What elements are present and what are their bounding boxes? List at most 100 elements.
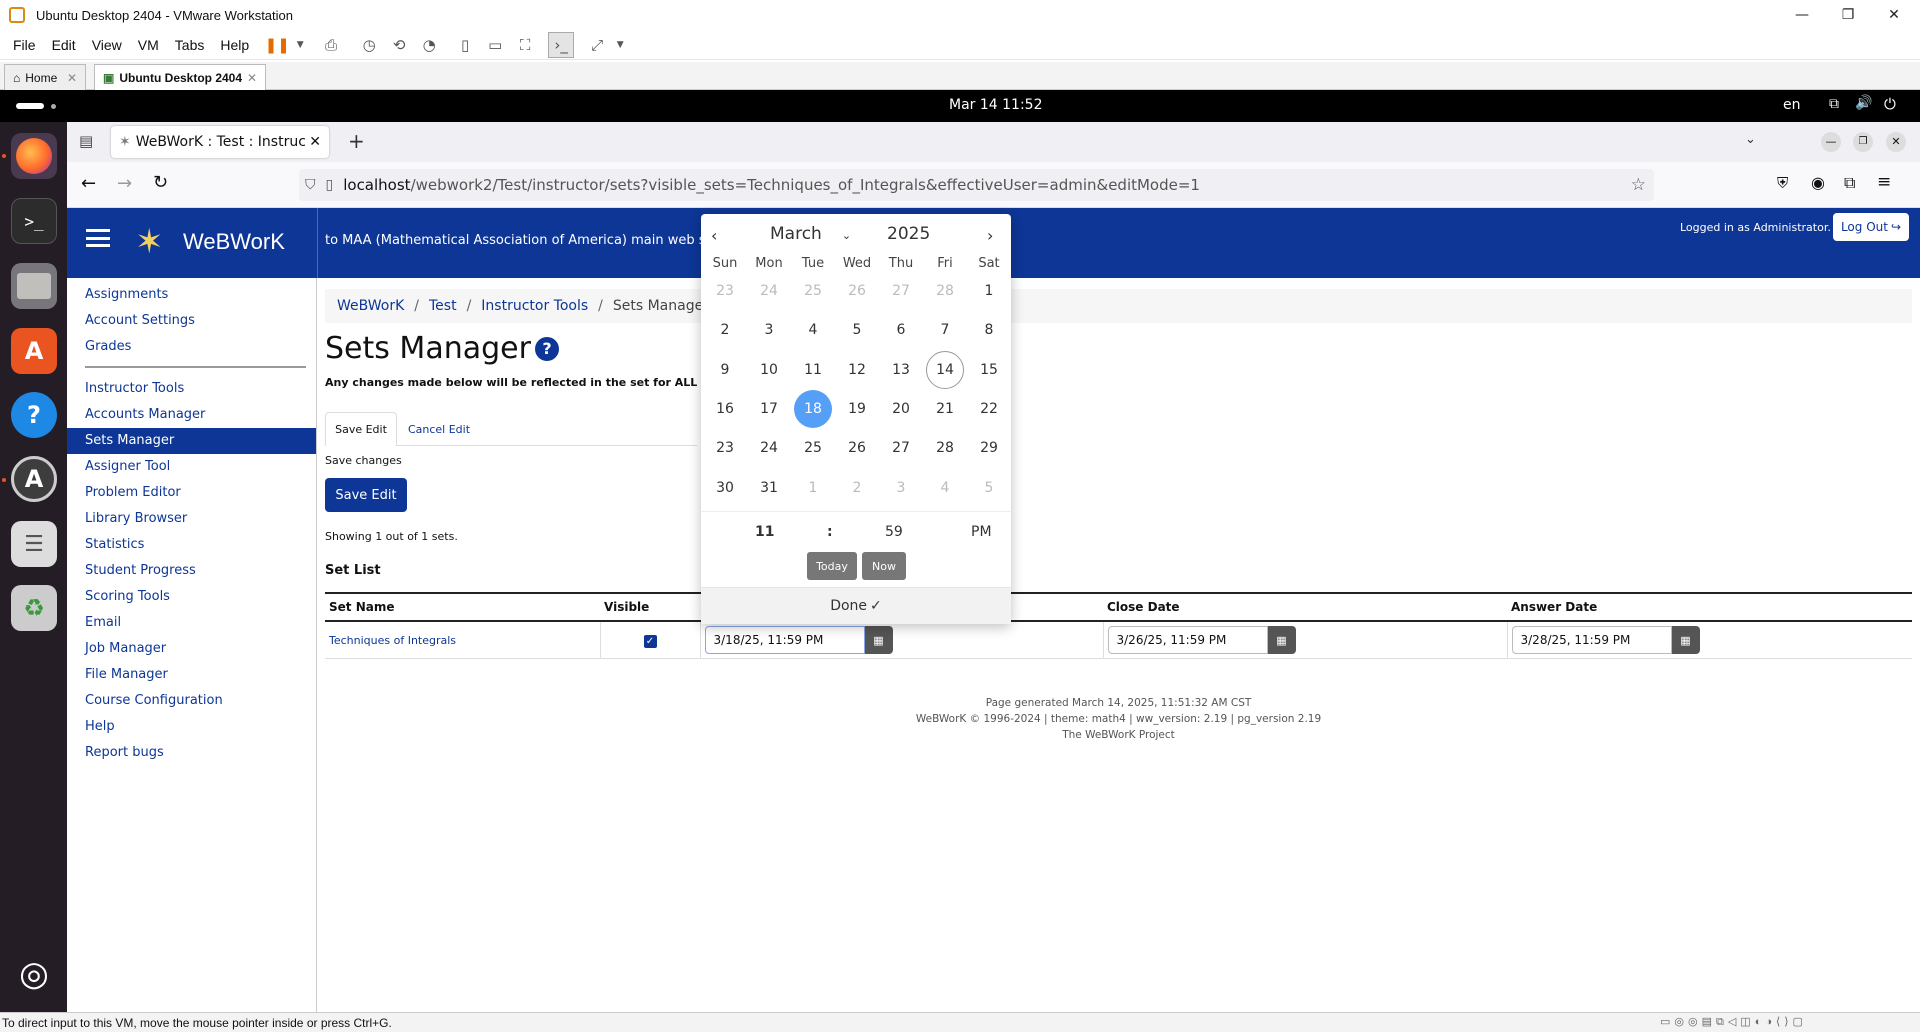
new-tab-icon[interactable]: +	[348, 129, 365, 153]
sidebar-item-library-browser[interactable]: Library Browser	[67, 506, 316, 532]
webwork-logo-icon[interactable]: ✶	[135, 222, 164, 262]
calendar-day[interactable]: 10	[749, 351, 789, 389]
trash-icon[interactable]: ♻	[11, 585, 57, 631]
device-icons[interactable]: ▭◎◎▤⧉◁◫◐◑⟨⟩▢	[1660, 1015, 1807, 1029]
maa-link[interactable]: to MAA (Mathematical Association of Amer…	[325, 233, 722, 248]
calendar-day[interactable]: 21	[925, 390, 965, 428]
close-tab-icon[interactable]: ✕	[67, 71, 77, 85]
terminal-icon[interactable]: >_	[11, 198, 57, 244]
close-date-input[interactable]: 3/26/25, 11:59 PM	[1107, 626, 1268, 654]
sidebar-item-job-manager[interactable]: Job Manager	[67, 636, 316, 662]
sidebar-item-course-configuration[interactable]: Course Configuration	[67, 688, 316, 714]
open-date-input[interactable]: 3/18/25, 11:59 PM	[704, 626, 865, 654]
sidebar-item-problem-editor[interactable]: Problem Editor	[67, 480, 316, 506]
breadcrumb-instructor-tools[interactable]: Instructor Tools	[481, 298, 588, 314]
stretch-icon[interactable]: ⤢	[584, 32, 610, 58]
page-help-icon[interactable]: ?	[535, 337, 559, 361]
calendar-day[interactable]: 3	[749, 311, 789, 349]
minimize-button[interactable]: —	[1779, 0, 1825, 30]
sidebar-item-grades[interactable]: Grades	[67, 334, 316, 360]
calendar-day[interactable]: 27	[881, 429, 921, 467]
restore-button[interactable]: ❐	[1825, 0, 1871, 30]
back-icon[interactable]: ←	[81, 173, 96, 194]
breadcrumb-webwork[interactable]: WeBWorK	[337, 298, 404, 314]
calendar-day[interactable]: 27	[881, 272, 921, 310]
files-icon[interactable]	[11, 263, 57, 309]
sidebar-item-instructor-tools[interactable]: Instructor Tools	[67, 376, 316, 402]
sidebar-item-accounts-manager[interactable]: Accounts Manager	[67, 402, 316, 428]
breadcrumb-test[interactable]: Test	[429, 298, 457, 314]
menu-view[interactable]: View	[92, 37, 122, 53]
calendar-day[interactable]: 24	[749, 272, 789, 310]
next-month-icon[interactable]: ›	[987, 226, 993, 245]
calendar-icon[interactable]: ▦	[1267, 626, 1296, 654]
sidebar-item-sets-manager[interactable]: Sets Manager	[67, 428, 316, 454]
network-icon[interactable]: ⧉	[1829, 96, 1839, 112]
tab-ubuntu-desktop[interactable]: ▣ Ubuntu Desktop 2404 ✕	[94, 64, 266, 90]
ff-close-button[interactable]: ✕	[1886, 132, 1906, 152]
power-icon[interactable]: ⏻	[1884, 95, 1896, 113]
calendar-day[interactable]: 15	[969, 351, 1009, 389]
sidebar-item-student-progress[interactable]: Student Progress	[67, 558, 316, 584]
now-button[interactable]: Now	[862, 552, 906, 580]
reload-icon[interactable]: ↻	[153, 172, 168, 193]
calendar-day[interactable]: 14	[926, 350, 964, 389]
app-menu-icon[interactable]: ≡	[1877, 172, 1891, 192]
today-button[interactable]: Today	[807, 552, 857, 580]
tab-home[interactable]: ⌂ Home ✕	[4, 64, 86, 90]
shield-icon[interactable]: ⛉	[305, 177, 316, 193]
calendar-day[interactable]: 31	[749, 469, 789, 507]
sidebar-item-help[interactable]: Help	[67, 714, 316, 740]
calendar-day[interactable]: 18	[794, 389, 832, 428]
calendar-day[interactable]: 11	[793, 351, 833, 389]
calendar-day[interactable]: 9	[705, 351, 745, 389]
clock[interactable]: Mar 14 11:52	[949, 97, 1042, 113]
header-close-date[interactable]: Close Date	[1103, 592, 1507, 622]
account-icon[interactable]: ◉	[1811, 173, 1825, 192]
thumbnail-view-icon[interactable]: ▭	[482, 32, 508, 58]
menu-edit[interactable]: Edit	[52, 37, 76, 53]
calendar-day[interactable]: 4	[925, 469, 965, 507]
help-icon[interactable]: ?	[11, 392, 57, 438]
extensions-icon[interactable]: ⧉	[1844, 173, 1855, 193]
logout-button[interactable]: Log Out ↪	[1833, 213, 1909, 241]
calendar-day[interactable]: 25	[793, 272, 833, 310]
text-editor-icon[interactable]: ☰	[11, 521, 57, 567]
ampm-toggle[interactable]: PM	[971, 524, 992, 540]
calendar-day[interactable]: 5	[837, 311, 877, 349]
answer-date-input[interactable]: 3/28/25, 11:59 PM	[1511, 626, 1672, 654]
sidebar-item-assignments[interactable]: Assignments	[67, 282, 316, 308]
calendar-day[interactable]: 1	[969, 272, 1009, 310]
done-button[interactable]: Done ✓	[701, 587, 1011, 624]
library-view-icon[interactable]: ▯	[452, 32, 478, 58]
minute-input[interactable]: 59	[885, 524, 903, 540]
calendar-day[interactable]: 23	[705, 272, 745, 310]
console-icon[interactable]: ›_	[548, 31, 575, 58]
calendar-day[interactable]: 20	[881, 390, 921, 428]
menu-help[interactable]: Help	[220, 37, 249, 53]
tab-save-edit[interactable]: Save Edit	[325, 412, 397, 446]
sidebar-item-assigner-tool[interactable]: Assigner Tool	[67, 454, 316, 480]
volume-icon[interactable]: 🔊	[1855, 95, 1872, 111]
snapshot-manager-icon[interactable]: ◔	[416, 32, 442, 58]
year-input[interactable]: 2025	[887, 224, 930, 244]
browser-tab-webwork[interactable]: ✶ WeBWorK : Test : Instruct ✕	[111, 126, 329, 158]
header-set-name[interactable]: Set Name	[325, 592, 600, 622]
calendar-icon[interactable]: ▦	[1671, 626, 1700, 654]
calendar-day[interactable]: 13	[881, 351, 921, 389]
software-updater-icon[interactable]: A	[11, 456, 57, 502]
forward-icon[interactable]: →	[117, 173, 132, 194]
dropdown-arrow-icon[interactable]: ▼	[294, 32, 306, 58]
hour-input[interactable]: 11	[755, 524, 774, 540]
calendar-day[interactable]: 16	[705, 390, 745, 428]
revert-snapshot-icon[interactable]: ⟲	[386, 32, 412, 58]
sidebar-item-account-settings[interactable]: Account Settings	[67, 308, 316, 334]
calendar-day[interactable]: 4	[793, 311, 833, 349]
webwork-logo-text[interactable]: WeBWorK	[183, 229, 285, 255]
show-apps-icon[interactable]: ◎	[11, 951, 57, 997]
calendar-day[interactable]: 5	[969, 469, 1009, 507]
calendar-day[interactable]: 26	[837, 272, 877, 310]
calendar-day[interactable]: 3	[881, 469, 921, 507]
close-window-button[interactable]: ✕	[1871, 0, 1917, 30]
sidebar-item-scoring-tools[interactable]: Scoring Tools	[67, 584, 316, 610]
